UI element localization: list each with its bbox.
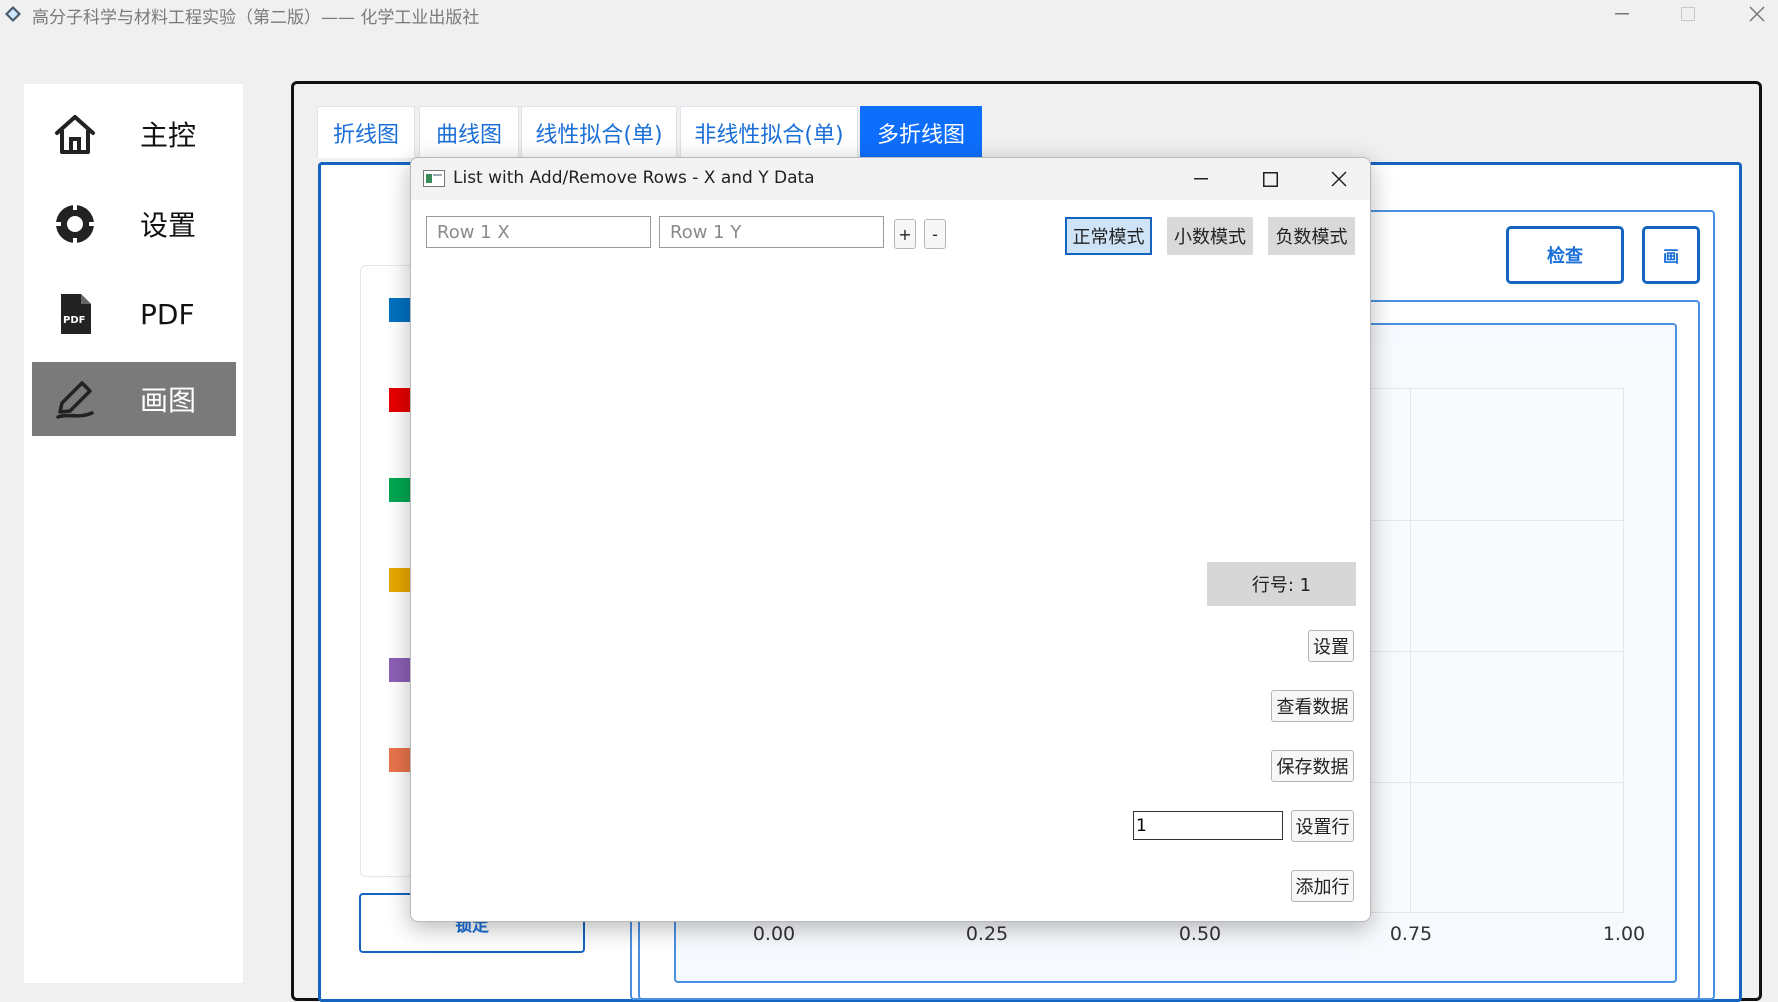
svg-text:PDF: PDF xyxy=(63,315,85,326)
app-logo-icon xyxy=(4,5,22,23)
app-titlebar: 高分子科学与材料工程实验（第二版）—— 化学工业出版社 xyxy=(0,0,1778,30)
sidebar-item-label: 画图 xyxy=(140,384,197,417)
settings-button[interactable]: 设置 xyxy=(1308,630,1354,662)
sidebar-item-label: 主控 xyxy=(140,119,197,152)
draw-button[interactable]: 画 xyxy=(1642,226,1700,284)
x-tick-label: 0.75 xyxy=(1389,923,1433,945)
row-y-input[interactable] xyxy=(659,216,884,248)
row-number-label: 行号: 1 xyxy=(1207,562,1356,606)
negative-mode-button[interactable]: 负数模式 xyxy=(1268,217,1355,255)
pen-icon xyxy=(50,374,100,424)
set-row-button[interactable]: 设置行 xyxy=(1291,810,1354,842)
tab-line-chart[interactable]: 折线图 xyxy=(317,106,415,158)
x-tick-label: 0.00 xyxy=(752,923,796,945)
gear-icon xyxy=(50,199,100,249)
set-row-input[interactable] xyxy=(1133,811,1283,840)
check-button[interactable]: 检查 xyxy=(1506,226,1624,284)
normal-mode-button[interactable]: 正常模式 xyxy=(1065,217,1152,255)
add-row-button[interactable]: 添加行 xyxy=(1291,870,1354,902)
dialog-minimize-button[interactable] xyxy=(1166,158,1236,200)
decimal-mode-button[interactable]: 小数模式 xyxy=(1167,217,1253,255)
minimize-button[interactable] xyxy=(1592,0,1652,28)
dialog-title: List with Add/Remove Rows - X and Y Data xyxy=(453,168,815,188)
tab-multi-line-chart[interactable]: 多折线图 xyxy=(860,106,982,158)
dialog-maximize-button[interactable] xyxy=(1235,158,1305,200)
sidebar-item-settings[interactable]: 设置 xyxy=(32,187,236,261)
app-title: 高分子科学与材料工程实验（第二版）—— 化学工业出版社 xyxy=(32,8,480,28)
x-tick-label: 1.00 xyxy=(1602,923,1646,945)
sidebar-item-draw[interactable]: 画图 xyxy=(32,362,236,436)
sidebar-item-home[interactable]: 主控 xyxy=(32,97,236,171)
window-app-icon xyxy=(423,170,445,187)
dialog-close-button[interactable] xyxy=(1304,158,1370,200)
dialog-titlebar: List with Add/Remove Rows - X and Y Data xyxy=(411,158,1370,200)
tab-nonlinear-fit[interactable]: 非线性拟合(单) xyxy=(680,106,858,158)
close-window-button[interactable] xyxy=(1727,0,1778,28)
sidebar-item-label: 设置 xyxy=(140,209,197,242)
sidebar-item-label: PDF xyxy=(140,297,195,331)
home-icon xyxy=(50,109,100,159)
pdf-file-icon: PDF xyxy=(50,289,100,339)
remove-row-minus-button[interactable]: - xyxy=(924,219,946,249)
x-tick-label: 0.25 xyxy=(965,923,1009,945)
sidebar-item-pdf[interactable]: PDF PDF xyxy=(32,277,236,351)
tab-curve-chart[interactable]: 曲线图 xyxy=(419,106,519,158)
row-x-input[interactable] xyxy=(426,216,651,248)
view-data-button[interactable]: 查看数据 xyxy=(1271,690,1354,722)
xy-data-dialog: List with Add/Remove Rows - X and Y Data… xyxy=(410,157,1371,922)
tab-linear-fit[interactable]: 线性拟合(单) xyxy=(521,106,677,158)
x-tick-label: 0.50 xyxy=(1178,923,1222,945)
maximize-button[interactable] xyxy=(1658,0,1718,28)
sidebar: 主控 设置 PDF PDF 画图 xyxy=(24,84,243,983)
save-data-button[interactable]: 保存数据 xyxy=(1271,750,1354,782)
add-row-plus-button[interactable]: + xyxy=(894,219,916,249)
